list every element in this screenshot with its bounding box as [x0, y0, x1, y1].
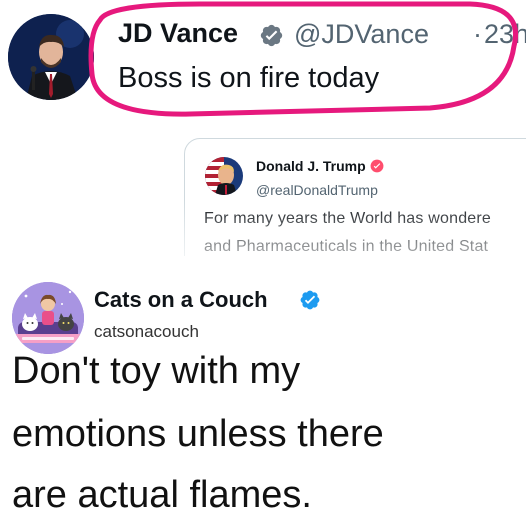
jd-vance-avatar-image — [8, 14, 94, 100]
quoted-tweet-text-line: and Pharmaceuticals in the United Stat — [204, 238, 489, 255]
quoted-author-handle[interactable]: @realDonaldTrump — [256, 182, 378, 198]
author-handle[interactable]: @JDVance — [294, 19, 429, 50]
affiliate-badge-icon — [370, 159, 384, 173]
quoted-tweet-text-line: For many years the World has wondere — [204, 210, 492, 227]
post-text-line: are actual flames. — [12, 474, 312, 516]
quoted-author-name[interactable]: Donald J. Trump — [256, 158, 366, 174]
post-text-line: emotions unless there — [12, 413, 384, 455]
quoted-author-avatar[interactable] — [205, 157, 243, 195]
author-handle[interactable]: catsonacouch — [94, 322, 199, 342]
avatar[interactable] — [8, 14, 94, 100]
tweet-text: Boss is on fire today — [118, 62, 380, 94]
author-name[interactable]: JD Vance — [118, 18, 238, 49]
verified-badge-icon — [300, 290, 320, 310]
separator-dot: · — [473, 19, 482, 49]
author-name[interactable]: Cats on a Couch — [94, 287, 268, 313]
verified-badge-icon — [260, 24, 283, 47]
cats-on-a-couch-avatar-image — [12, 282, 84, 354]
post-timestamp[interactable]: 23h — [484, 19, 526, 50]
avatar[interactable] — [12, 282, 84, 354]
post-text-line: Don't toy with my — [12, 350, 301, 392]
trump-avatar-image — [205, 157, 243, 195]
